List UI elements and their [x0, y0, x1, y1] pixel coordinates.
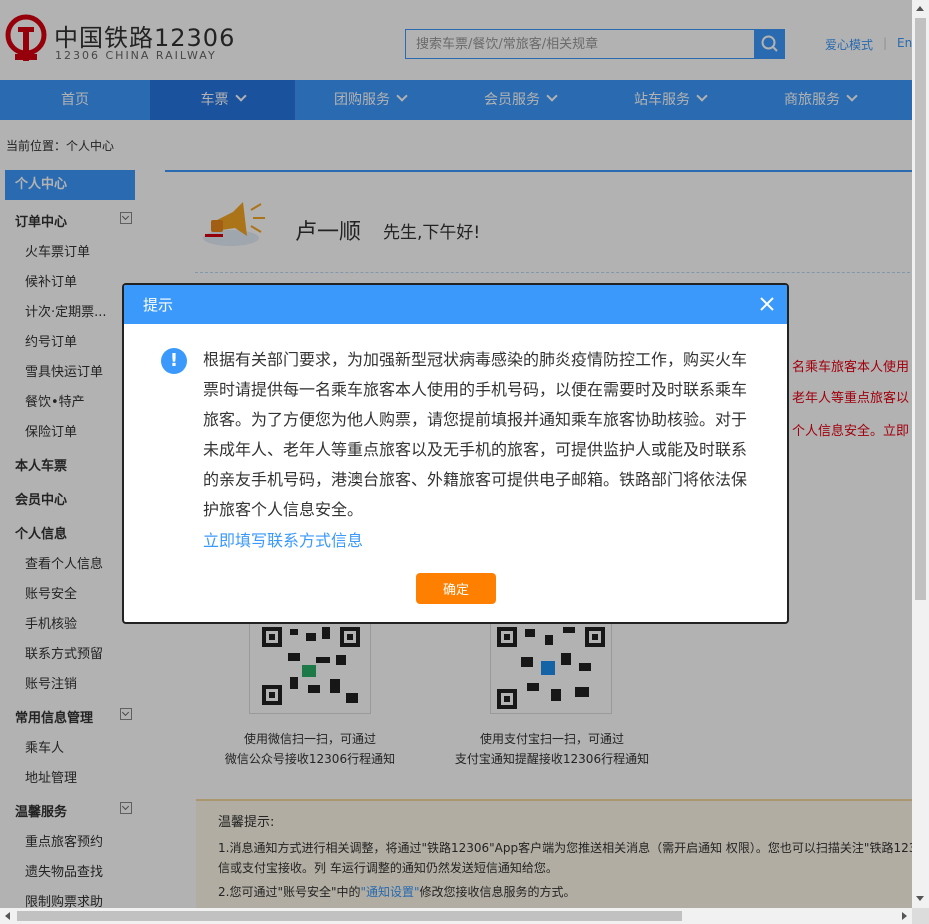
info-icon: ! [161, 348, 187, 374]
scrollbar-corner [912, 908, 929, 924]
message-line: 票时请提供每一名乘车旅客本人使用的手机号码，以便在需要时及时联系乘车 [203, 380, 748, 399]
scroll-up-icon[interactable] [916, 6, 924, 11]
scroll-right-icon[interactable] [902, 912, 907, 920]
scrollbar-thumb[interactable] [17, 911, 682, 921]
horizontal-scrollbar[interactable] [0, 908, 912, 924]
message-line: 旅客。为了方便您为他人购票，请您提前填报并通知乘车旅客协助核验。对于 [203, 410, 748, 429]
close-icon[interactable] [757, 294, 777, 314]
dialog-title: 提示 [143, 296, 174, 314]
fill-contact-info-link[interactable]: 立即填写联系方式信息 [203, 527, 363, 551]
dialog-message: 根据有关部门要求，为加强新型冠状病毒感染的肺炎疫情防控工作，购买火车 票时请提供… [203, 345, 753, 525]
dialog-header: 提示 [124, 285, 787, 324]
ok-button[interactable]: 确定 [416, 573, 496, 604]
message-line: 根据有关部门要求，为加强新型冠状病毒感染的肺炎疫情防控工作，购买火车 [203, 350, 748, 369]
page: 中国铁路12306 12306 CHINA RAILWAY 爱心模式 | En … [0, 0, 912, 908]
notice-dialog: 提示 ! 根据有关部门要求，为加强新型冠状病毒感染的肺炎疫情防控工作，购买火车 … [122, 283, 789, 624]
scroll-down-icon[interactable] [916, 896, 924, 901]
vertical-scrollbar[interactable] [912, 0, 929, 908]
message-line: 未成年人、老年人等重点旅客以及无手机的旅客，可提供监护人或能及时联系 [203, 440, 748, 459]
message-line: 护旅客个人信息安全。 [203, 500, 364, 519]
scroll-left-icon[interactable] [5, 912, 10, 920]
message-line: 的亲友手机号码，港澳台旅客、外籍旅客可提供电子邮箱。铁路部门将依法保 [203, 470, 748, 489]
scrollbar-thumb[interactable] [915, 18, 926, 600]
